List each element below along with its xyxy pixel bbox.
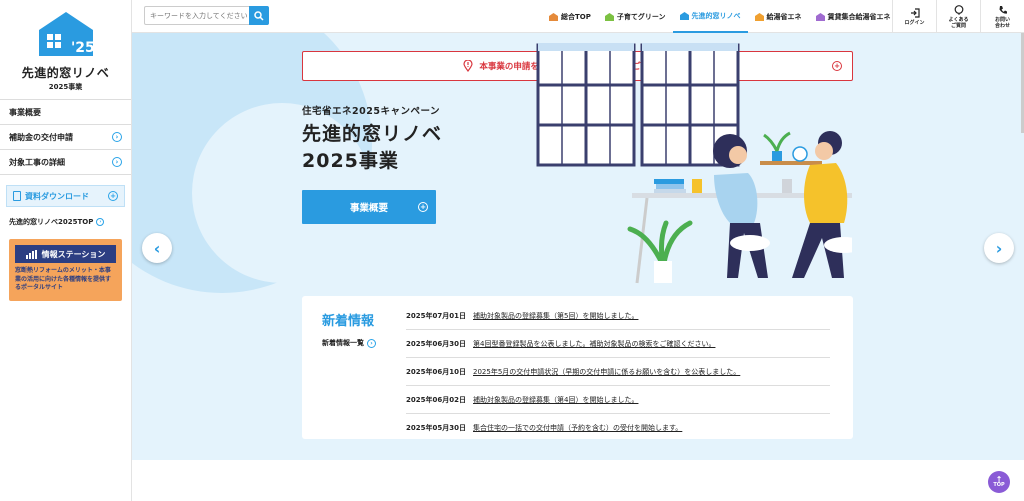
carousel-prev-button[interactable]: ‹	[142, 233, 172, 263]
alert-pin-icon	[463, 60, 473, 72]
sidebar-item-overview[interactable]: 事業概要	[0, 100, 131, 125]
logo-subtitle: 2025事業	[48, 83, 83, 91]
main-content: 本事業の申請を検討されている方は必ずご確認ください + 住宅省エネ2025キャン…	[132, 33, 1024, 501]
carousel-next-button[interactable]: ›	[984, 233, 1014, 263]
hero-subtitle: 住宅省エネ2025キャンペーン	[302, 106, 440, 117]
contact-button[interactable]: お問い 合わせ	[980, 0, 1024, 33]
login-icon	[910, 7, 920, 18]
station-description: 窓断熱リフォームのメリット・本事業の活用に向けた各種情報を提供するポータルサイト	[15, 267, 112, 291]
utility-menu: ログイン よくある ご質問 お問い 合わせ	[892, 0, 1024, 33]
overview-button-label: 事業概要	[349, 203, 388, 214]
news-date: 2025年06月02日	[406, 395, 466, 404]
news-title: 新着情報	[322, 314, 375, 329]
login-button[interactable]: ログイン	[892, 0, 936, 33]
nav-item-kosodate-green[interactable]: 子育てグリーン	[598, 0, 673, 33]
nav-item-water-heater[interactable]: 給湯省エネ	[748, 0, 809, 33]
hero-title-line2: 2025事業	[302, 150, 399, 172]
info-station-banner[interactable]: 情報ステーション 窓断熱リフォームのメリット・本事業の活用に向けた各種情報を提供…	[9, 239, 122, 301]
news-link[interactable]: 補助対象製品の登録募集（第5回）を開始しました。	[473, 311, 638, 321]
sidebar-item-label: 対象工事の詳細	[9, 157, 65, 167]
chevron-left-icon: ‹	[153, 238, 161, 258]
news-list: 2025年07月01日 補助対象製品の登録募集（第5回）を開始しました。 202…	[406, 302, 830, 442]
hero-title: 先進的窓リノベ 2025事業	[302, 121, 442, 175]
news-date: 2025年06月30日	[406, 339, 466, 348]
news-list-link[interactable]: 新着情報一覧 ›	[322, 338, 376, 348]
chevron-right-icon: ›	[112, 132, 122, 142]
sidebar: '25 先進的窓リノベ 2025事業 事業概要 補助金の交付申請 › 対象工事の…	[0, 0, 132, 501]
list-item: 2025年06月02日 補助対象製品の登録募集（第4回）を開始しました。	[406, 386, 830, 414]
campaign-top-label: 先進的窓リノベ2025TOP	[9, 218, 94, 226]
search-button[interactable]	[249, 6, 269, 25]
hero-illustration	[536, 43, 852, 284]
chevron-right-icon: ›	[96, 218, 105, 226]
station-header: 情報ステーション	[15, 245, 116, 263]
plus-icon: +	[418, 202, 428, 212]
download-button[interactable]: 資料ダウンロード +	[6, 185, 125, 207]
question-icon	[954, 4, 963, 15]
news-panel: 新着情報 新着情報一覧 › 2025年07月01日 補助対象製品の登録募集（第5…	[302, 296, 853, 439]
news-link[interactable]: 2025年5月の交付申請状況（早期の交付申請に係るお願いを含む）を公表しました。	[473, 367, 740, 377]
news-more-label: 新着情報一覧	[322, 339, 364, 347]
house-logo-icon: '25	[37, 10, 95, 58]
logo-year: '25	[71, 40, 95, 56]
search-icon	[254, 10, 264, 21]
site-logo[interactable]: '25 先進的窓リノベ 2025事業	[0, 0, 131, 100]
news-link[interactable]: 第4回型番登録製品を公表しました。補助対象製品の検索をご確認ください。	[473, 339, 715, 349]
document-icon	[13, 191, 21, 201]
nav-item-window-renovation[interactable]: 先進的窓リノベ	[672, 0, 748, 33]
news-date: 2025年07月01日	[406, 311, 466, 320]
station-title: 情報ステーション	[41, 249, 106, 259]
nav-label: 賃貸集合給湯省エネ	[827, 12, 891, 21]
bar-chart-icon	[25, 249, 38, 259]
chevron-right-icon: ›	[995, 238, 1003, 258]
sidebar-item-label: 事業概要	[9, 107, 41, 117]
page-top-label: TOP	[993, 482, 1005, 488]
house-icon	[604, 12, 614, 21]
sidebar-item-works[interactable]: 対象工事の詳細 ›	[0, 150, 131, 175]
chevron-right-icon: ›	[112, 157, 122, 167]
sidebar-item-application[interactable]: 補助金の交付申請 ›	[0, 125, 131, 150]
overview-button[interactable]: 事業概要 +	[302, 190, 436, 224]
nav-item-rental-water-heater[interactable]: 賃貸集合給湯省エネ	[809, 0, 898, 33]
sidebar-item-label: 補助金の交付申請	[9, 132, 73, 142]
chevron-right-icon: ›	[367, 338, 376, 348]
list-item: 2025年06月30日 第4回型番登録製品を公表しました。補助対象製品の検索をご…	[406, 330, 830, 358]
nav-label: 総合TOP	[561, 12, 591, 21]
news-link[interactable]: 補助対象製品の登録募集（第4回）を開始しました。	[473, 395, 638, 405]
nav-label: 先進的窓リノベ	[691, 11, 741, 20]
news-date: 2025年05月30日	[406, 424, 466, 432]
logo-title: 先進的窓リノベ	[21, 66, 110, 80]
news-date: 2025年06月10日	[406, 367, 466, 376]
login-label: ログイン	[904, 19, 925, 26]
nav-label: 子育てグリーン	[616, 12, 666, 21]
house-icon	[549, 12, 558, 21]
list-item: 2025年05月30日 集合住宅の一括での交付申請（予約を含む）の受付を開始しま…	[406, 414, 830, 442]
download-label: 資料ダウンロード	[25, 191, 89, 201]
contact-label-2: 合わせ	[994, 22, 1010, 29]
nav-item-general-top[interactable]: 総合TOP	[542, 0, 598, 33]
list-item: 2025年06月10日 2025年5月の交付申請状況（早期の交付申請に係るお願い…	[406, 358, 830, 386]
house-icon	[679, 11, 689, 20]
plus-icon: +	[108, 191, 118, 201]
faq-button[interactable]: よくある ご質問	[936, 0, 980, 33]
hero-title-line1: 先進的窓リノベ	[302, 123, 443, 145]
phone-icon	[999, 5, 1007, 14]
house-icon	[815, 12, 825, 21]
faq-label-2: ご質問	[950, 22, 966, 29]
campaign-top-link[interactable]: 先進的窓リノベ2025TOP ›	[0, 213, 131, 231]
top-header: 総合TOP 子育てグリーン 先進的窓リノベ 給湯省エネ 賃貸集合給湯省エネ ログ…	[132, 0, 1024, 33]
page-top-button[interactable]: ↑ TOP	[988, 471, 1010, 493]
list-item: 2025年07月01日 補助対象製品の登録募集（第5回）を開始しました。	[406, 302, 830, 330]
news-link[interactable]: 集合住宅の一括での交付申請（予約を含む）の受付を開始します。	[473, 423, 682, 433]
main-nav: 総合TOP 子育てグリーン 先進的窓リノベ 給湯省エネ 賃貸集合給湯省エネ	[542, 0, 898, 33]
window-left-icon	[536, 43, 636, 167]
nav-label: 給湯省エネ	[766, 12, 802, 21]
house-icon	[754, 12, 764, 21]
